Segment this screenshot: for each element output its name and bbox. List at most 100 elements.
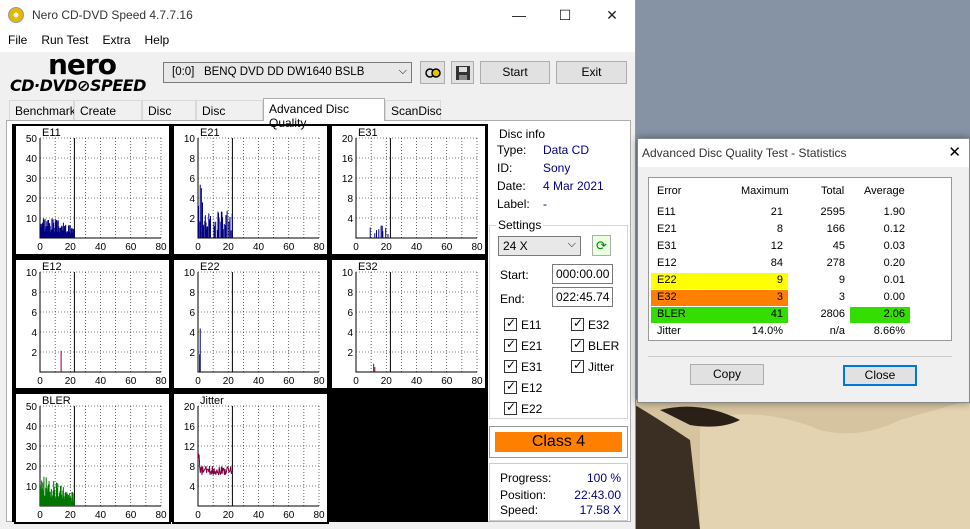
x-tick-label: 0 bbox=[37, 510, 43, 521]
y-tick-label: 40 bbox=[26, 422, 38, 433]
settings-group: Settings 24 X ⌵ ⟳ Start: 000:00.00 End: … bbox=[489, 218, 628, 419]
trace-bar bbox=[373, 363, 375, 372]
trace-bar bbox=[198, 221, 200, 238]
checkbox-e31-label: E31 bbox=[521, 360, 543, 374]
menu-help[interactable]: Help bbox=[137, 30, 176, 47]
menu-file[interactable]: File bbox=[0, 30, 33, 47]
cell-max: 9 bbox=[776, 274, 783, 286]
x-tick-label: 20 bbox=[65, 242, 77, 253]
cell-avg: 0.12 bbox=[883, 223, 905, 235]
trace-bar bbox=[376, 230, 378, 238]
trace-bar bbox=[378, 229, 380, 238]
refresh-speed-button[interactable]: ⟳ bbox=[592, 235, 611, 256]
chart-e21: 10 8 6 4 2 0 20 40 60 80 E21 bbox=[172, 124, 329, 256]
tab-disc-quality[interactable]: Disc Quality bbox=[196, 100, 263, 132]
app-icon bbox=[8, 7, 24, 23]
drive-info-button[interactable] bbox=[420, 61, 445, 84]
chart-title: E32 bbox=[358, 261, 378, 273]
checkbox-e31[interactable] bbox=[504, 358, 517, 373]
tab-advanced-disc-quality[interactable]: Advanced Disc Quality bbox=[263, 98, 385, 130]
progress-value: 100 % bbox=[586, 471, 621, 485]
x-tick-label: 60 bbox=[125, 510, 137, 521]
minimize-button[interactable]: — bbox=[496, 0, 542, 30]
y-tick-label: 8 bbox=[31, 288, 37, 299]
x-tick-label: 0 bbox=[353, 376, 359, 387]
start-time-label: Start: bbox=[500, 268, 529, 282]
y-tick-label: 2 bbox=[189, 214, 195, 225]
checkbox-jitter-label: Jitter bbox=[588, 360, 615, 374]
checkbox-e12[interactable] bbox=[504, 379, 517, 394]
start-button[interactable]: Start bbox=[480, 61, 550, 84]
copy-button[interactable]: Copy bbox=[690, 364, 764, 385]
end-time-input[interactable]: 022:45.74 bbox=[552, 287, 613, 307]
drive-select[interactable]: [0:0] BENQ DVD DD DW1640 BSLB ⌵ bbox=[163, 62, 412, 83]
close-button[interactable]: Close bbox=[843, 365, 917, 386]
chevron-down-icon: ⌵ bbox=[567, 238, 576, 250]
y-tick-label: 8 bbox=[347, 288, 353, 299]
maximize-button[interactable]: ☐ bbox=[542, 0, 588, 30]
stats-row: E31 12 45 0.03 bbox=[649, 239, 919, 256]
tab-disc-info[interactable]: Disc Info bbox=[142, 100, 196, 132]
window-title: Nero CD-DVD Speed 4.7.7.16 bbox=[32, 8, 193, 22]
menu-run-test[interactable]: Run Test bbox=[33, 30, 94, 47]
y-tick-label: 4 bbox=[189, 194, 195, 205]
trace-bar bbox=[385, 227, 387, 238]
checkbox-e21[interactable] bbox=[504, 337, 517, 352]
cell-error: E12 bbox=[657, 257, 677, 269]
main-window: Nero CD-DVD Speed 4.7.7.16 — ☐ ✕ File Run… bbox=[0, 0, 636, 529]
cell-error: BLER bbox=[657, 308, 686, 320]
menu-extra[interactable]: Extra bbox=[94, 30, 136, 47]
tab-benchmark[interactable]: Benchmark bbox=[9, 100, 76, 120]
chevron-down-icon: ⌵ bbox=[398, 65, 407, 77]
disc-label-label: Label: bbox=[497, 197, 530, 211]
x-tick-label: 60 bbox=[125, 376, 137, 387]
trace-bar bbox=[225, 215, 227, 238]
tab-create-disc[interactable]: Create Disc bbox=[74, 100, 142, 132]
y-tick-label: 50 bbox=[26, 134, 38, 145]
checkbox-e11-label: E11 bbox=[521, 318, 542, 332]
stats-title: Advanced Disc Quality Test - Statistics bbox=[642, 146, 847, 160]
disc-info-group: Disc info Type: Data CD ID: Sony Date: 4… bbox=[491, 127, 629, 215]
x-tick-label: 80 bbox=[155, 510, 167, 521]
x-tick-label: 20 bbox=[223, 376, 235, 387]
stats-table: Error Maximum Total Average E11 21 2595 1.9… bbox=[648, 177, 952, 341]
x-tick-label: 60 bbox=[283, 242, 295, 253]
speed-select[interactable]: 24 X ⌵ bbox=[498, 236, 581, 256]
start-time-input[interactable]: 000:00.00 bbox=[552, 264, 613, 284]
checkbox-jitter[interactable] bbox=[571, 358, 584, 373]
cell-error: E32 bbox=[657, 291, 677, 303]
y-tick-label: 4 bbox=[189, 328, 195, 339]
save-button[interactable] bbox=[451, 61, 474, 84]
x-tick-label: 0 bbox=[37, 242, 43, 253]
cell-total: n/a bbox=[829, 325, 845, 337]
y-tick-label: 6 bbox=[189, 308, 195, 319]
tab-panel: 50 40 30 20 10 0 20 40 60 80 E11 10 8 6 4 2 0 20 40 60 80 E21… bbox=[6, 120, 631, 524]
cell-max: 84 bbox=[770, 257, 783, 269]
chart-title: E12 bbox=[42, 261, 62, 273]
tab-scandisc[interactable]: ScanDisc bbox=[385, 100, 442, 120]
checkbox-e32[interactable] bbox=[571, 316, 584, 331]
y-tick-label: 4 bbox=[31, 328, 37, 339]
y-tick-label: 40 bbox=[26, 154, 38, 165]
checkbox-e12-label: E12 bbox=[521, 381, 543, 395]
id-label: ID: bbox=[497, 161, 513, 175]
checkbox-bler[interactable] bbox=[571, 337, 584, 352]
close-icon[interactable]: ✕ bbox=[948, 143, 961, 161]
y-tick-label: 8 bbox=[189, 154, 195, 165]
trace-bar bbox=[214, 226, 216, 238]
header-maximum: Maximum bbox=[741, 185, 789, 197]
x-tick-label: 60 bbox=[441, 376, 453, 387]
class-label: Class 4 bbox=[495, 432, 622, 452]
stats-row: E21 8 166 0.12 bbox=[649, 222, 919, 239]
checkbox-e22[interactable] bbox=[504, 400, 517, 415]
end-time-label: End: bbox=[500, 292, 525, 306]
cell-total: 2806 bbox=[820, 308, 845, 320]
cell-avg: 0.20 bbox=[883, 257, 905, 269]
statistics-dialog: Advanced Disc Quality Test - Statistics … bbox=[637, 138, 970, 403]
checkbox-e21-label: E21 bbox=[521, 339, 543, 353]
chart-e31: 20 16 12 8 4 0 20 40 60 80 E31 bbox=[330, 124, 487, 256]
exit-button[interactable]: Exit bbox=[556, 61, 627, 84]
checkbox-e11[interactable] bbox=[504, 316, 517, 331]
stats-divider bbox=[648, 356, 952, 357]
close-button[interactable]: ✕ bbox=[589, 0, 635, 30]
